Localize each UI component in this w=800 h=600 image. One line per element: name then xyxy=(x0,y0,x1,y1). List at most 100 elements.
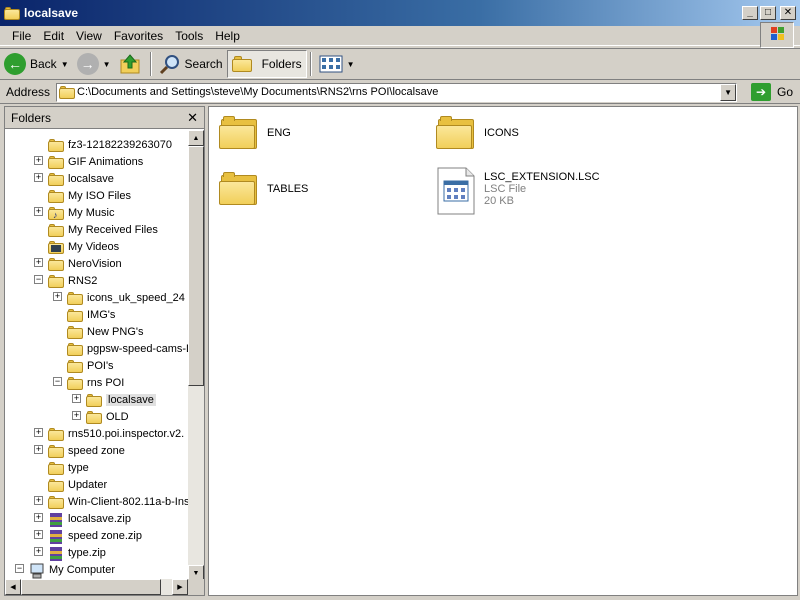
minimize-button[interactable]: _ xyxy=(742,6,758,20)
tree-item[interactable]: + GIF Animations xyxy=(34,153,143,170)
chevron-down-icon[interactable]: ▼ xyxy=(347,60,355,69)
tree-item[interactable]: + Win-Client-802.11a-b-Ins xyxy=(34,493,188,510)
tree-item[interactable]: + localsave xyxy=(72,391,156,408)
arrow-right-icon: ▶ xyxy=(177,584,183,591)
item-name: LSC_EXTENSION.LSC xyxy=(484,171,600,183)
scroll-left-button[interactable]: ◀ xyxy=(5,579,21,595)
expand-icon[interactable]: + xyxy=(34,258,43,267)
up-folder-button[interactable] xyxy=(115,50,147,78)
folder-icon xyxy=(67,325,83,339)
folder-icon xyxy=(48,172,64,186)
tree-item[interactable]: + icons_uk_speed_24 xyxy=(53,289,185,306)
menu-help[interactable]: Help xyxy=(209,29,246,43)
horizontal-scrollbar[interactable]: ◀ ▶ xyxy=(5,579,188,595)
tree-item-label: type xyxy=(68,461,89,474)
scroll-right-button[interactable]: ▶ xyxy=(172,579,188,595)
computer-icon xyxy=(29,563,45,578)
close-icon[interactable]: ✕ xyxy=(187,110,198,126)
search-button[interactable]: Search xyxy=(155,50,227,78)
folder-icon xyxy=(48,478,64,492)
menu-edit[interactable]: Edit xyxy=(37,29,70,43)
folder-icon xyxy=(219,171,259,207)
expand-icon[interactable]: + xyxy=(34,513,43,522)
tree-item-label: localsave xyxy=(106,393,156,406)
tree-item[interactable]: My ISO Files xyxy=(48,187,131,204)
expand-icon[interactable]: + xyxy=(72,394,81,403)
search-icon xyxy=(159,55,179,75)
tree-item[interactable]: − My Computer xyxy=(15,561,115,578)
tree-item[interactable]: fz3-12182239263070 xyxy=(48,136,172,153)
vertical-scrollbar[interactable]: ▲ ▼ xyxy=(188,130,204,581)
tree-item[interactable]: − rns POI xyxy=(53,374,124,391)
expand-icon[interactable]: + xyxy=(34,496,43,505)
menu-favorites[interactable]: Favorites xyxy=(108,29,169,43)
list-item[interactable]: ICONS xyxy=(436,115,519,151)
tree-item[interactable]: + rns510.poi.inspector.v2. xyxy=(34,425,184,442)
folder-icon xyxy=(48,257,64,271)
tree-item[interactable]: + localsave.zip xyxy=(34,510,131,527)
toolbar: ← Back ▼ → ▼ Search Folders ▼ xyxy=(0,48,800,80)
expand-icon[interactable]: + xyxy=(34,547,43,556)
go-button[interactable]: ➔ Go xyxy=(751,83,793,101)
folder-icon xyxy=(48,495,64,509)
collapse-icon[interactable]: − xyxy=(34,275,43,284)
tree-item[interactable]: Updater xyxy=(48,476,107,493)
expand-icon[interactable]: + xyxy=(34,156,43,165)
tree-item[interactable]: + NeroVision xyxy=(34,255,122,272)
menu-view[interactable]: View xyxy=(70,29,108,43)
item-name: ENG xyxy=(267,127,291,139)
tree-item[interactable]: + type.zip xyxy=(34,544,106,561)
file-list: ENG ICONS TABLES LSC_EXTENSION.LSC LSC F… xyxy=(208,106,798,596)
expand-icon[interactable]: + xyxy=(53,292,62,301)
close-button[interactable]: ✕ xyxy=(780,6,796,20)
tree-item[interactable]: − RNS2 xyxy=(34,272,97,289)
expand-icon[interactable]: + xyxy=(34,445,43,454)
chevron-down-icon[interactable]: ▼ xyxy=(103,60,111,69)
vertical-scroll-thumb[interactable] xyxy=(188,146,204,386)
tree-item[interactable]: pgpsw-speed-cams-D xyxy=(67,340,188,357)
expand-icon[interactable]: + xyxy=(34,530,43,539)
tree-item-label: New PNG's xyxy=(87,325,144,338)
forward-button[interactable]: → ▼ xyxy=(73,50,115,78)
expand-icon[interactable]: + xyxy=(34,173,43,182)
folders-button[interactable]: Folders xyxy=(226,50,307,78)
horizontal-scroll-thumb[interactable] xyxy=(21,579,161,595)
list-item[interactable]: LSC_EXTENSION.LSC LSC File 20 KB xyxy=(436,167,600,215)
expand-icon[interactable]: + xyxy=(34,428,43,437)
tree-item[interactable]: + speed zone xyxy=(34,442,125,459)
folders-pane: Folders ✕ fz3-12182239263070 + GIF Animati… xyxy=(4,106,205,596)
address-dropdown-button[interactable]: ▼ xyxy=(720,83,737,101)
scrollbar-corner xyxy=(188,579,204,595)
list-item[interactable]: TABLES xyxy=(219,171,308,207)
menu-file[interactable]: File xyxy=(6,29,37,43)
expand-icon[interactable]: + xyxy=(34,207,43,216)
collapse-icon[interactable]: − xyxy=(53,377,62,386)
tree-item[interactable]: type xyxy=(48,459,89,476)
tree-item[interactable]: + localsave xyxy=(34,170,114,187)
back-button[interactable]: ← Back ▼ xyxy=(0,50,73,78)
address-input[interactable]: C:\Documents and Settings\steve\My Docum… xyxy=(56,82,738,102)
folder-icon xyxy=(48,223,64,237)
folder-icon xyxy=(48,189,64,203)
expand-icon[interactable]: + xyxy=(72,411,81,420)
maximize-button[interactable]: □ xyxy=(760,6,776,20)
close-icon: ✕ xyxy=(783,7,793,18)
tree-item[interactable]: + ♪ My Music xyxy=(34,204,114,221)
collapse-icon[interactable]: − xyxy=(15,564,24,573)
tree-item[interactable]: + OLD xyxy=(72,408,129,425)
tree-item[interactable]: IMG's xyxy=(67,306,115,323)
search-label: Search xyxy=(184,57,223,71)
tree-item[interactable]: POI's xyxy=(67,357,114,374)
tree-item[interactable]: + speed zone.zip xyxy=(34,527,142,544)
scroll-up-button[interactable]: ▲ xyxy=(188,130,204,146)
list-item[interactable]: ENG xyxy=(219,115,291,151)
chevron-down-icon[interactable]: ▼ xyxy=(61,60,69,69)
tree-item[interactable]: My Received Files xyxy=(48,221,158,238)
address-bar: Address C:\Documents and Settings\steve\… xyxy=(0,81,800,104)
menu-tools[interactable]: Tools xyxy=(169,29,209,43)
tree-item[interactable]: New PNG's xyxy=(67,323,144,340)
tree-item[interactable]: My Videos xyxy=(48,238,119,255)
folder-icon xyxy=(48,138,64,152)
views-button[interactable]: ▼ xyxy=(315,50,359,78)
tree-item-label: speed zone xyxy=(68,444,125,457)
